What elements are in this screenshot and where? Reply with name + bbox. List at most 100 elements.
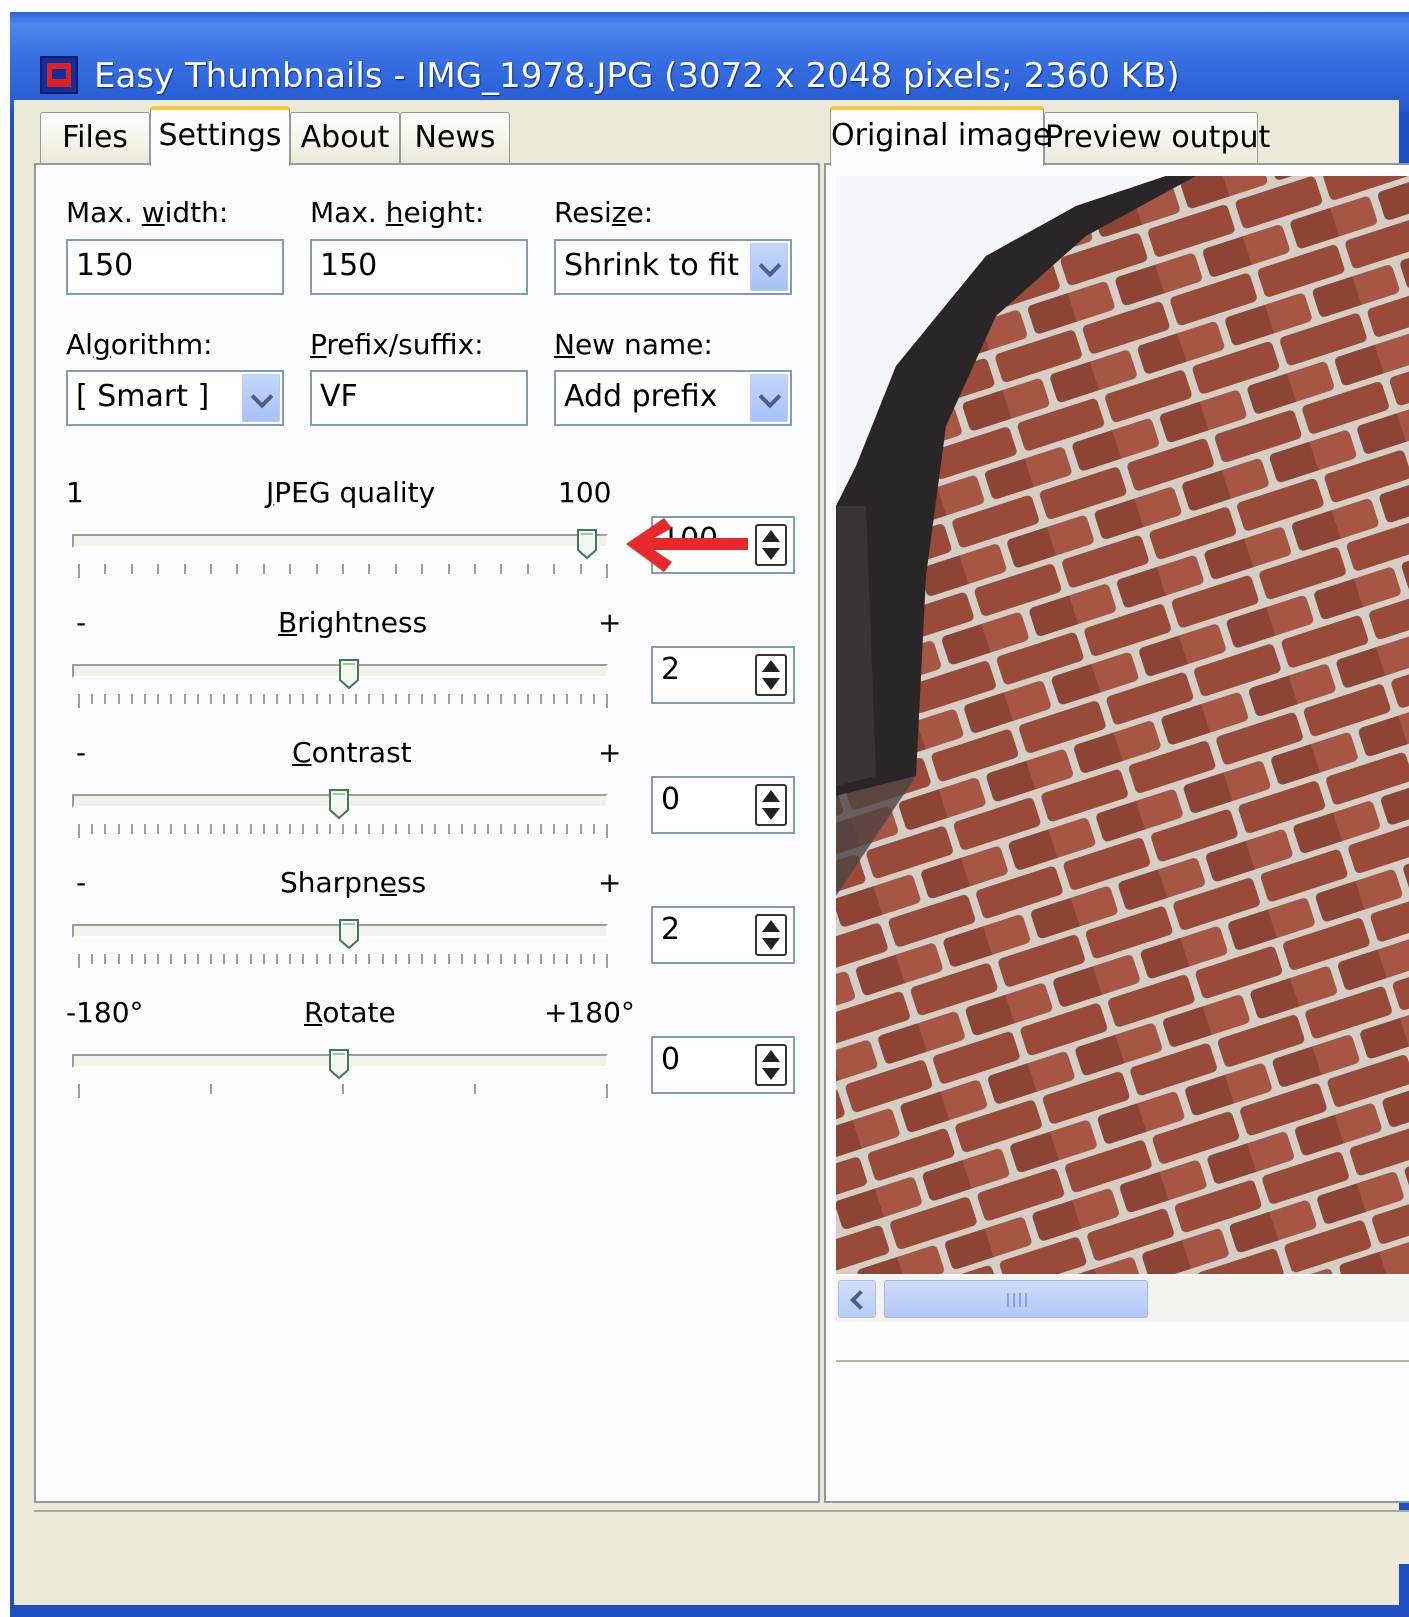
status-bar xyxy=(34,1510,1409,1564)
jpeg-slider-track[interactable] xyxy=(72,534,608,548)
spin-down-icon[interactable] xyxy=(762,1068,780,1080)
slider-tick xyxy=(394,564,397,574)
slider-tick xyxy=(170,954,173,964)
slider-tick xyxy=(262,824,265,834)
slider-tick xyxy=(566,824,569,834)
brick-wall-image xyxy=(836,176,1409,1274)
tab-about[interactable]: About xyxy=(290,112,400,164)
tab-files[interactable]: Files xyxy=(40,112,150,164)
slider-tick xyxy=(487,954,490,964)
slider-tick xyxy=(315,564,318,574)
slider-tick xyxy=(381,824,384,834)
jpeg-max-label: 100 xyxy=(558,476,612,509)
rotate-slider-thumb[interactable] xyxy=(328,1048,350,1080)
spin-updown-icon[interactable] xyxy=(755,1044,787,1086)
slider-tick xyxy=(342,564,344,574)
jpeg-slider-thumb[interactable] xyxy=(576,528,598,560)
slider-tick xyxy=(355,824,358,834)
contrast-spinbox[interactable]: 0 xyxy=(651,776,795,834)
tab-original-image[interactable]: Original image xyxy=(830,106,1051,166)
spin-updown-icon[interactable] xyxy=(755,784,787,826)
slider-tick xyxy=(342,694,344,704)
spin-down-icon[interactable] xyxy=(762,548,780,560)
slider-tick xyxy=(487,694,490,704)
slider-tick xyxy=(78,824,80,838)
original-image[interactable] xyxy=(836,176,1409,1274)
slider-tick xyxy=(500,564,503,574)
chevron-down-icon[interactable] xyxy=(242,374,280,422)
slider-tick xyxy=(553,824,556,834)
contrast-tick-marks xyxy=(78,824,614,838)
resize-select[interactable]: Shrink to fit xyxy=(554,239,792,295)
tab-settings[interactable]: Settings xyxy=(150,106,290,166)
new-name-select[interactable]: Add prefix xyxy=(554,370,792,426)
slider-tick xyxy=(196,824,199,834)
spin-down-icon[interactable] xyxy=(762,938,780,950)
slider-tick xyxy=(249,954,252,964)
spin-up-icon[interactable] xyxy=(762,660,780,672)
spin-up-icon[interactable] xyxy=(762,790,780,802)
horizontal-scrollbar[interactable] xyxy=(836,1276,1409,1322)
spin-down-icon[interactable] xyxy=(762,808,780,820)
spin-up-icon[interactable] xyxy=(762,1050,780,1062)
slider-tick xyxy=(526,694,529,704)
chevron-down-icon[interactable] xyxy=(750,243,788,291)
slider-tick xyxy=(447,954,450,964)
sharpness-spinbox[interactable]: 2 xyxy=(651,906,795,964)
brightness-slider-thumb[interactable] xyxy=(338,658,360,690)
resize-label: Resize: xyxy=(554,196,654,229)
slider-tick xyxy=(421,824,424,834)
slider-tick xyxy=(368,824,371,834)
contrast-slider-thumb[interactable] xyxy=(328,788,350,820)
rotate-max-label: +180° xyxy=(544,996,635,1029)
algorithm-select[interactable]: [ Smart ] xyxy=(66,370,284,426)
slider-tick xyxy=(236,824,239,834)
brightness-value: 2 xyxy=(661,652,681,687)
jpeg-min-label: 1 xyxy=(66,476,84,509)
slider-tick xyxy=(236,954,239,964)
spin-up-icon[interactable] xyxy=(762,920,780,932)
slider-tick xyxy=(183,564,186,574)
rotate-spinbox[interactable]: 0 xyxy=(651,1036,795,1094)
app-icon[interactable] xyxy=(40,56,78,94)
brightness-spinbox[interactable]: 2 xyxy=(651,646,795,704)
tab-preview-output[interactable]: Preview output xyxy=(1044,112,1270,164)
slider-tick xyxy=(196,694,199,704)
rotate-min-label: -180° xyxy=(66,996,144,1029)
spin-up-icon[interactable] xyxy=(762,530,780,542)
max-height-input[interactable]: 150 xyxy=(310,239,528,295)
slider-tick xyxy=(130,954,133,964)
jpeg-title: JPEG quality xyxy=(266,476,436,509)
rotate-tick-marks xyxy=(78,1084,614,1098)
slider-tick xyxy=(315,824,318,834)
slider-tick xyxy=(210,1084,212,1094)
slider-tick xyxy=(342,954,344,964)
red-arrow-icon xyxy=(626,518,748,572)
slider-tick xyxy=(117,954,120,964)
slider-tick xyxy=(460,824,463,834)
slider-tick xyxy=(157,564,160,574)
scroll-left-button[interactable] xyxy=(838,1280,876,1318)
slider-tick xyxy=(117,824,120,834)
slider-tick xyxy=(460,694,463,704)
slider-tick xyxy=(130,564,133,574)
scrollbar-thumb[interactable] xyxy=(884,1280,1148,1318)
prefix-suffix-input[interactable]: VF xyxy=(310,370,528,426)
slider-tick xyxy=(553,564,556,574)
chevron-down-icon[interactable] xyxy=(750,374,788,422)
tab-news[interactable]: News xyxy=(400,112,510,164)
title-bar[interactable]: Easy Thumbnails - IMG_1978.JPG (3072 x 2… xyxy=(10,12,1409,112)
slider-tick xyxy=(553,694,556,704)
spin-down-icon[interactable] xyxy=(762,678,780,690)
sharpness-max-label: + xyxy=(598,866,622,899)
slider-tick xyxy=(513,954,516,964)
slider-tick xyxy=(196,954,199,964)
slider-tick xyxy=(78,954,80,968)
slider-tick xyxy=(474,954,476,964)
new-name-select-value: Add prefix xyxy=(564,379,718,414)
slider-tick xyxy=(183,824,186,834)
spin-updown-icon[interactable] xyxy=(755,914,787,956)
sharpness-slider-thumb[interactable] xyxy=(338,918,360,950)
max-width-input[interactable]: 150 xyxy=(66,239,284,295)
spin-updown-icon[interactable] xyxy=(755,654,787,696)
